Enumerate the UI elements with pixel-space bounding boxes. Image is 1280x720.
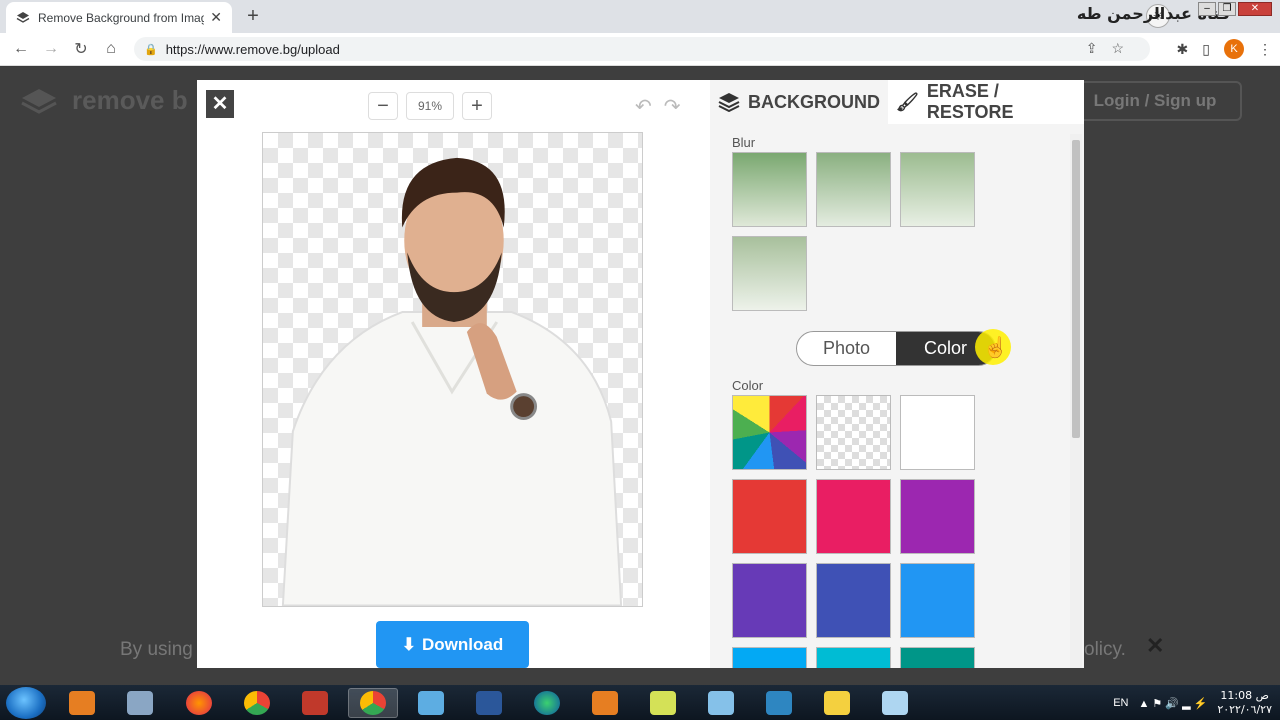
app-taskbar-icon[interactable] [406, 688, 456, 718]
cookie-text-right[interactable]: olicy. [1084, 639, 1126, 661]
orange-app-taskbar-icon[interactable] [580, 688, 630, 718]
color-swatch[interactable] [816, 647, 891, 668]
tab-background-label: BACKGROUND [748, 91, 880, 112]
color-swatch[interactable] [900, 479, 975, 554]
toolbar-right: ✱ ▯ K ⋮ [1177, 39, 1272, 59]
tab-erase-label: ERASE / RESTORE [926, 81, 1014, 122]
editor-modal: ✕ − 91% + ↶↷ ⬇ Download BACKGROUND 🖌 ERA… [197, 80, 1084, 668]
color-picker-swatch[interactable] [732, 395, 807, 470]
transparent-swatch[interactable] [816, 395, 891, 470]
minimize-button[interactable]: – [1198, 2, 1216, 16]
download-label: Download [422, 634, 504, 654]
extensions-icon[interactable]: ✱ [1177, 41, 1189, 58]
download-button[interactable]: ⬇ Download [376, 621, 529, 668]
panel-tabs: BACKGROUND 🖌 ERASE / RESTORE [710, 80, 1084, 124]
login-signup-button[interactable]: Login / Sign up [1068, 81, 1242, 121]
color-section-label: Color [732, 378, 764, 393]
home-icon[interactable]: ⌂ [96, 40, 126, 58]
brand-name: remove b [72, 85, 188, 115]
zoom-out-button[interactable]: − [368, 92, 398, 120]
profile-avatar[interactable]: K [1224, 39, 1244, 59]
explorer-taskbar-icon[interactable] [812, 688, 862, 718]
panel-scrollbar[interactable] [1070, 134, 1082, 668]
word-taskbar-icon[interactable] [464, 688, 514, 718]
zoom-value: 91% [406, 92, 454, 120]
tab-erase-restore[interactable]: 🖌 ERASE / RESTORE [888, 80, 1084, 124]
url-text: https://www.remove.bg/upload [165, 41, 340, 57]
new-tab-button[interactable]: + [240, 5, 266, 29]
window-controls: – ❐ ✕ [1140, 0, 1280, 33]
computer-taskbar-icon[interactable] [115, 688, 165, 718]
control-panel-taskbar-icon[interactable] [696, 688, 746, 718]
white-swatch[interactable] [900, 395, 975, 470]
hand-pointer-icon: ☝ [983, 337, 1008, 359]
sidepanel-icon[interactable]: ▯ [1202, 41, 1210, 58]
media-player-taskbar-icon[interactable] [57, 688, 107, 718]
blur-thumb-3[interactable] [900, 152, 975, 227]
recorder-taskbar-icon[interactable] [290, 688, 340, 718]
brand-logo[interactable]: remove b [20, 85, 188, 116]
photo-color-toggle: Photo Color [796, 331, 996, 366]
toggle-photo[interactable]: Photo [797, 332, 896, 365]
zoom-controls: − 91% + [368, 92, 492, 120]
background-panel: BACKGROUND 🖌 ERASE / RESTORE Blur Photo … [710, 80, 1084, 668]
blur-thumb-2[interactable] [816, 152, 891, 227]
blur-thumb-1[interactable] [732, 152, 807, 227]
close-modal-button[interactable]: ✕ [206, 90, 234, 118]
download-icon: ⬇ [401, 634, 417, 654]
video-taskbar-icon[interactable] [754, 688, 804, 718]
back-arrow-icon[interactable]: ← [6, 40, 36, 58]
language-indicator[interactable]: EN [1113, 697, 1128, 709]
clock[interactable]: 11:08 ص ٢٠٢٢/٠٦/٢٧ [1217, 689, 1272, 717]
close-tab-icon[interactable]: ✕ [210, 9, 222, 26]
edge-taskbar-icon[interactable] [522, 688, 572, 718]
start-button[interactable] [6, 687, 46, 719]
forward-arrow-icon[interactable]: → [36, 40, 66, 58]
panel-content: Blur Photo Color ☝ Color [710, 124, 1084, 668]
color-swatch[interactable] [816, 563, 891, 638]
system-tray: EN ▲ ⚑ 🔊 ▂ ⚡ 11:08 ص ٢٠٢٢/٠٦/٢٧ [1113, 689, 1272, 717]
windows-taskbar: EN ▲ ⚑ 🔊 ▂ ⚡ 11:08 ص ٢٠٢٢/٠٦/٢٧ [0, 685, 1280, 720]
color-swatch[interactable] [816, 479, 891, 554]
reload-icon[interactable]: ↻ [66, 39, 96, 59]
menu-kebab-icon[interactable]: ⋮ [1258, 41, 1272, 58]
zoom-in-button[interactable]: + [462, 92, 492, 120]
address-bar[interactable]: 🔒 https://www.remove.bg/upload ⇪☆ [134, 37, 1150, 61]
blur-thumb-4[interactable] [732, 236, 807, 311]
share-star-icons[interactable]: ⇪☆ [1086, 40, 1138, 57]
chrome-taskbar-icon[interactable] [232, 688, 282, 718]
window-app-taskbar-icon[interactable] [870, 688, 920, 718]
window-close-button[interactable]: ✕ [1238, 2, 1272, 16]
color-swatch[interactable] [732, 647, 807, 668]
clock-date: ٢٠٢٢/٠٦/٢٧ [1217, 703, 1272, 716]
lock-icon: 🔒 [144, 43, 158, 56]
browser-tab[interactable]: Remove Background from Image ✕ [6, 2, 232, 33]
firefox-taskbar-icon[interactable] [174, 688, 224, 718]
tab-title: Remove Background from Image [38, 10, 205, 25]
tray-icons[interactable]: ▲ ⚑ 🔊 ▂ ⚡ [1138, 697, 1207, 710]
tab-background[interactable]: BACKGROUND [710, 80, 888, 124]
cookie-text-left: By using [120, 639, 193, 660]
maximize-button[interactable]: ❐ [1218, 2, 1236, 16]
cookie-close-icon[interactable]: ✕ [1146, 633, 1164, 659]
cutout-person-image [281, 157, 623, 606]
layers-icon [718, 93, 740, 112]
browser-toolbar: ← → ↻ ⌂ 🔒 https://www.remove.bg/upload ⇪… [0, 33, 1280, 66]
notes-taskbar-icon[interactable] [638, 688, 688, 718]
brush-icon: 🖌 [896, 91, 919, 112]
clock-time: 11:08 ص [1220, 689, 1269, 702]
removebg-logo-icon [21, 88, 57, 114]
browser-tabstrip: Remove Background from Image ✕ + ☀ قناة … [0, 0, 1280, 33]
color-swatch[interactable] [900, 563, 975, 638]
removebg-favicon-icon [16, 11, 30, 23]
chrome-active-taskbar-icon[interactable] [348, 688, 398, 718]
panel-scrollbar-thumb[interactable] [1072, 140, 1080, 438]
blur-section-label: Blur [732, 135, 756, 150]
color-swatch[interactable] [732, 563, 807, 638]
color-swatch[interactable] [732, 479, 807, 554]
undo-redo-icons[interactable]: ↶↷ [635, 94, 693, 119]
image-canvas[interactable] [262, 132, 643, 607]
color-swatch[interactable] [900, 647, 975, 668]
